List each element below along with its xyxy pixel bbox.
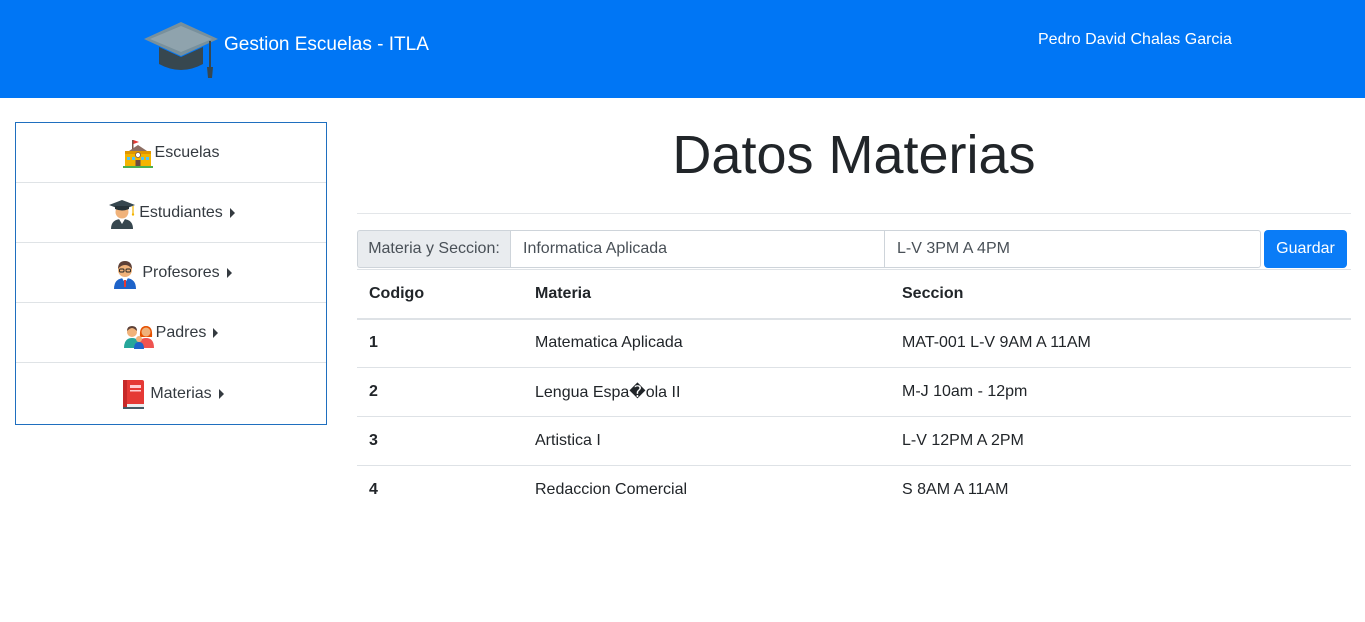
sidebar-item-materias[interactable]: Materias <box>16 363 326 424</box>
school-building-icon <box>122 137 153 169</box>
divider <box>357 213 1351 214</box>
cell-codigo: 4 <box>369 481 378 499</box>
table-row: 1 Matematica Aplicada MAT-001 L-V 9AM A … <box>357 318 1351 368</box>
table-row: 2 Lengua Espa�ola II M-J 10am - 12pm <box>357 367 1351 417</box>
column-header-materia: Materia <box>523 269 890 320</box>
cell-seccion: L-V 12PM A 2PM <box>890 416 1351 466</box>
sidebar-menu: Escuelas Estudiantes Profesores Padres M… <box>15 122 327 425</box>
caret-right-icon <box>229 207 235 218</box>
cell-materia: Redaccion Comercial <box>535 481 688 499</box>
caret-right-icon <box>226 267 232 278</box>
book-icon <box>118 378 148 410</box>
cell-codigo: 3 <box>357 416 523 466</box>
cell-materia: Matematica Aplicada <box>523 318 890 368</box>
table-row: 4 Redaccion Comercial S 8AM A 11AM <box>357 466 1351 515</box>
table-header-row: Codigo Materia Seccion <box>357 269 1351 320</box>
student-graduate-icon <box>107 197 137 229</box>
sidebar-item-profesores[interactable]: Profesores <box>16 243 326 303</box>
materias-table: Codigo Materia Seccion 1 Matematica Apli… <box>357 269 1351 515</box>
seccion-input[interactable]: L-V 3PM A 4PM <box>885 230 1261 268</box>
caret-right-icon <box>213 327 219 338</box>
cell-codigo: 2 <box>357 367 523 417</box>
materia-input[interactable]: Informatica Aplicada <box>510 230 885 268</box>
sidebar-item-label: Padres <box>155 323 207 341</box>
sidebar-item-padres[interactable]: Padres <box>16 303 326 363</box>
column-header-seccion: Seccion <box>890 269 1351 320</box>
parents-icon <box>123 317 154 349</box>
sidebar-item-label: Profesores <box>142 263 220 281</box>
user-name-link[interactable]: Pedro David Chalas Garcia <box>1038 31 1232 49</box>
page-title: Datos Materias <box>672 125 1036 185</box>
materia-input-group: Materia y Seccion: Informatica Aplicada … <box>357 230 1261 268</box>
cell-seccion: MAT-001 L-V 9AM A 11AM <box>890 318 1351 368</box>
column-header-codigo: Codigo <box>357 269 523 320</box>
cell-codigo: 1 <box>357 318 523 368</box>
cell-seccion: S 8AM A 11AM <box>902 481 1009 499</box>
input-group-label: Materia y Seccion: <box>357 230 510 268</box>
caret-right-icon <box>218 388 224 399</box>
brand-link[interactable]: Gestion Escuelas - ITLA <box>142 20 429 82</box>
cell-materia: Artistica I <box>523 416 890 466</box>
cell-materia: Lengua Espa�ola II <box>523 367 890 417</box>
sidebar-item-label: Escuelas <box>154 143 220 161</box>
sidebar-item-label: Materias <box>150 384 212 402</box>
sidebar-item-escuelas[interactable]: Escuelas <box>16 123 326 183</box>
top-navbar: Gestion Escuelas - ITLA Pedro David Chal… <box>0 0 1365 98</box>
teacher-icon <box>110 257 140 289</box>
sidebar-item-estudiantes[interactable]: Estudiantes <box>16 183 326 243</box>
sidebar-item-label: Estudiantes <box>139 203 223 221</box>
graduation-cap-icon <box>142 20 220 82</box>
brand-title: Gestion Escuelas - ITLA <box>224 34 429 55</box>
table-row: 3 Artistica I L-V 12PM A 2PM <box>357 416 1351 466</box>
save-button[interactable]: Guardar <box>1264 230 1347 268</box>
cell-seccion: M-J 10am - 12pm <box>890 367 1351 417</box>
